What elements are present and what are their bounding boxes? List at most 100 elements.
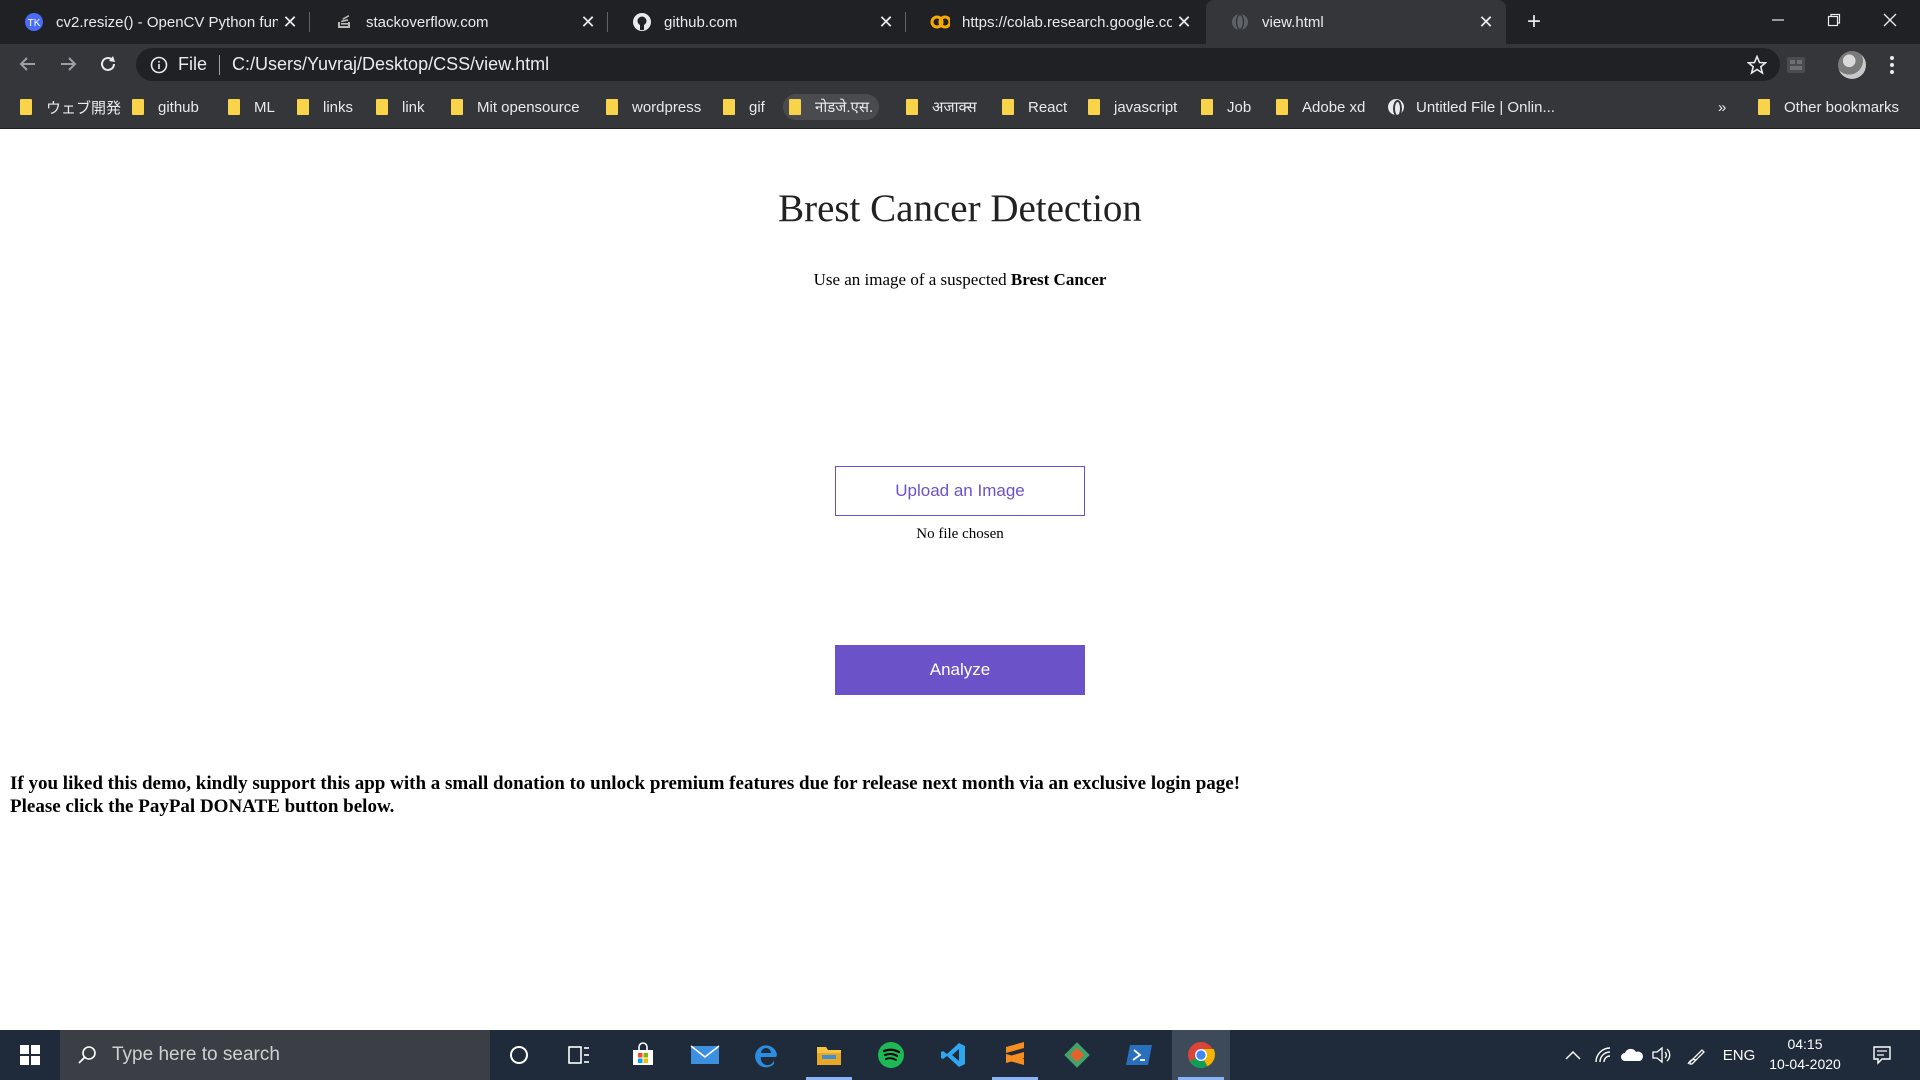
tab-title: github.com	[664, 13, 738, 31]
page-content: Brest Cancer Detection Use an image of a…	[0, 130, 1920, 1030]
subtitle-emphasis: Brest Cancer	[1010, 270, 1107, 289]
bookmark-folder[interactable]: gif	[717, 94, 771, 120]
tab-stackoverflow[interactable]: stackoverflow.com ✕	[310, 0, 608, 44]
sublime-text-icon[interactable]	[986, 1030, 1044, 1080]
search-icon	[76, 1044, 98, 1066]
store-icon[interactable]	[614, 1030, 672, 1080]
bookmark-folder[interactable]: ML	[222, 94, 281, 120]
tab-colab[interactable]: https://colab.research.google.com ✕	[906, 0, 1204, 44]
powershell-icon[interactable]	[1110, 1030, 1168, 1080]
globe-icon	[1230, 12, 1250, 32]
svg-text:TK: TK	[28, 18, 41, 29]
onedrive-icon[interactable]	[1618, 1030, 1646, 1080]
folder-icon	[228, 99, 240, 115]
search-placeholder: Type here to search	[112, 1044, 280, 1065]
folder-icon	[1758, 99, 1770, 115]
colab-icon	[930, 12, 950, 32]
new-tab-button[interactable]: +	[1520, 8, 1548, 36]
restore-button[interactable]	[1806, 0, 1862, 40]
back-button[interactable]	[12, 48, 44, 80]
notifications-icon[interactable]	[1862, 1030, 1902, 1080]
taskbar-search[interactable]: Type here to search	[60, 1030, 490, 1080]
bookmark-folder[interactable]: Mit opensource	[445, 94, 586, 120]
close-window-button[interactable]	[1862, 0, 1918, 40]
edge-browser-icon[interactable]	[738, 1030, 796, 1080]
folder-icon	[132, 99, 144, 115]
donation-message: If you liked this demo, kindly support t…	[10, 773, 1241, 817]
close-icon[interactable]: ✕	[1474, 10, 1498, 34]
star-icon[interactable]	[1746, 54, 1768, 76]
bookmark-link[interactable]: Untitled File | Onlin...	[1382, 94, 1561, 120]
tab-github[interactable]: github.com ✕	[608, 0, 906, 44]
upload-image-button[interactable]: Upload an Image	[835, 466, 1085, 516]
tab-title: cv2.resize() - OpenCV Python fun	[56, 13, 278, 31]
windows-taskbar: Type here to search ENG 04:15 10-04-2020	[0, 1030, 1920, 1080]
spotify-icon[interactable]	[862, 1030, 920, 1080]
forward-button[interactable]	[52, 48, 84, 80]
analyze-button[interactable]: Analyze	[835, 645, 1085, 695]
close-icon[interactable]: ✕	[874, 10, 898, 34]
wifi-icon[interactable]	[1590, 1030, 1618, 1080]
tab-view-html[interactable]: view.html ✕	[1206, 0, 1506, 44]
folder-icon	[723, 99, 735, 115]
start-button[interactable]	[0, 1030, 60, 1080]
geeksforgeeks-icon: TK	[24, 12, 44, 32]
task-view-icon[interactable]	[550, 1030, 608, 1080]
bookmarks-overflow-button[interactable]: »	[1712, 94, 1732, 120]
stackoverflow-icon	[334, 12, 354, 32]
language-indicator[interactable]: ENG	[1718, 1030, 1760, 1080]
url-text[interactable]: C:/Users/Yuvraj/Desktop/CSS/view.html	[232, 54, 549, 75]
pen-icon[interactable]	[1682, 1030, 1712, 1080]
browser-toolbar: File C:/Users/Yuvraj/Desktop/CSS/view.ht…	[0, 44, 1920, 85]
folder-icon	[20, 99, 32, 115]
folder-icon	[376, 99, 388, 115]
menu-kebab-icon[interactable]	[1880, 52, 1904, 78]
vscode-icon[interactable]	[924, 1030, 982, 1080]
folder-icon	[606, 99, 618, 115]
bookmark-folder[interactable]: ウェブ開発	[14, 94, 127, 120]
close-icon[interactable]: ✕	[278, 10, 302, 34]
file-status-text: No file chosen	[916, 526, 1004, 542]
folder-icon	[906, 99, 918, 115]
bookmark-folder[interactable]: अजाक्स	[900, 94, 983, 120]
chevron-up-icon[interactable]	[1560, 1030, 1586, 1080]
bookmark-folder[interactable]: Job	[1195, 94, 1257, 120]
folder-icon	[789, 99, 801, 115]
clock-date: 10-04-2020	[1769, 1056, 1841, 1072]
mail-icon[interactable]	[676, 1030, 734, 1080]
close-icon[interactable]: ✕	[1172, 10, 1196, 34]
file-explorer-icon[interactable]	[800, 1030, 858, 1080]
bookmark-folder[interactable]: link	[370, 94, 431, 120]
folder-icon	[1201, 99, 1213, 115]
bookmark-folder[interactable]: नोडजे.एस.	[783, 94, 880, 120]
bookmark-folder[interactable]: github	[126, 94, 205, 120]
folder-icon	[1276, 99, 1288, 115]
reload-button[interactable]	[92, 48, 124, 80]
windows-logo-icon	[20, 1045, 40, 1065]
tab-strip: TK cv2.resize() - OpenCV Python fun ✕ st…	[0, 0, 1920, 44]
clock[interactable]: 04:15 10-04-2020	[1765, 1034, 1845, 1074]
info-icon[interactable]	[150, 56, 168, 74]
bookmark-folder[interactable]: links	[291, 94, 359, 120]
folder-icon	[297, 99, 309, 115]
clock-time: 04:15	[1787, 1036, 1823, 1052]
close-icon[interactable]: ✕	[576, 10, 600, 34]
cortana-icon[interactable]	[490, 1030, 548, 1080]
other-bookmarks-folder[interactable]: Other bookmarks	[1752, 94, 1905, 120]
bookmark-folder[interactable]: Adobe xd	[1270, 94, 1371, 120]
git-gui-icon[interactable]	[1048, 1030, 1106, 1080]
bookmark-folder[interactable]: javascript	[1082, 94, 1183, 120]
address-bar[interactable]: File C:/Users/Yuvraj/Desktop/CSS/view.ht…	[136, 48, 1780, 81]
scheme-label: File	[178, 54, 208, 74]
chrome-icon[interactable]	[1172, 1030, 1230, 1080]
page-title: Brest Cancer Detection	[778, 187, 1142, 230]
tab-geeksforgeeks[interactable]: TK cv2.resize() - OpenCV Python fun ✕	[0, 0, 310, 44]
bookmark-folder[interactable]: wordpress	[600, 94, 707, 120]
tab-title: view.html	[1262, 13, 1324, 31]
extension-icon[interactable]	[1785, 54, 1807, 76]
profile-avatar[interactable]	[1838, 51, 1866, 79]
folder-icon	[1088, 99, 1100, 115]
minimize-button[interactable]	[1750, 0, 1806, 40]
volume-icon[interactable]	[1648, 1030, 1676, 1080]
bookmark-folder[interactable]: React	[996, 94, 1073, 120]
